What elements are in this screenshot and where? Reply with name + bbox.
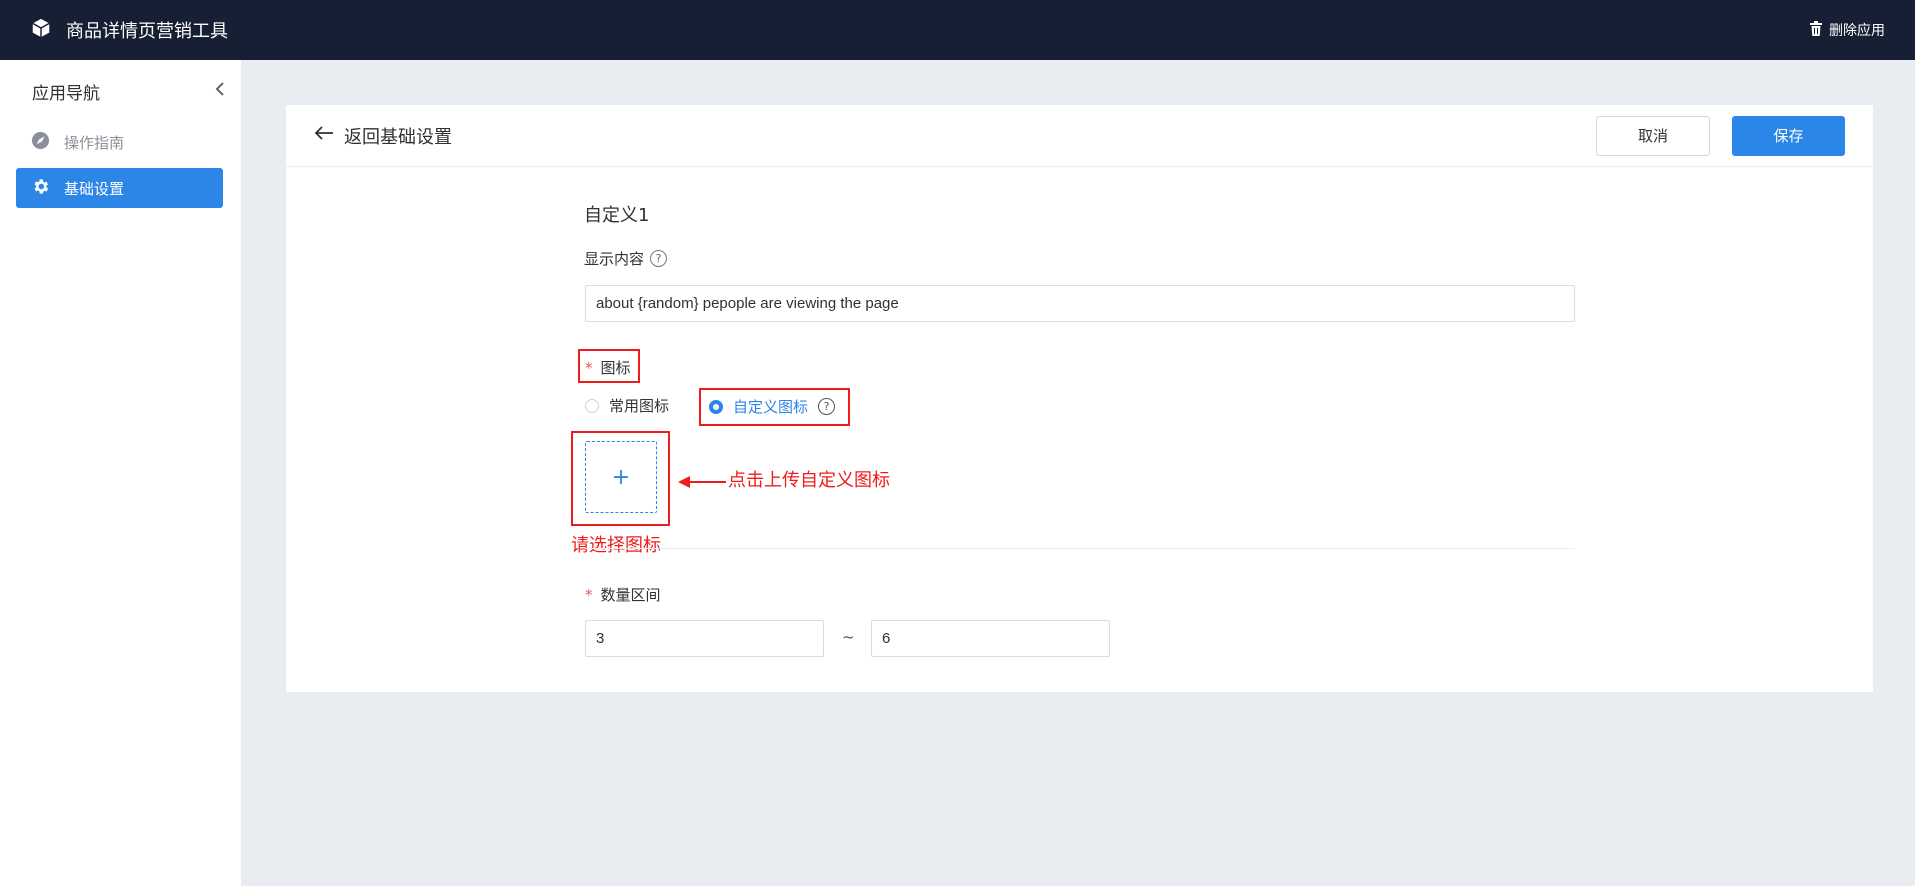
icon-label-text: 图标: [600, 359, 631, 377]
help-icon[interactable]: ?: [818, 398, 836, 415]
save-button[interactable]: 保存: [1732, 115, 1845, 156]
radio-button-selected: [709, 399, 723, 414]
brand: 商品详情页营销工具: [30, 17, 228, 43]
delete-app-label: 删除应用: [1829, 23, 1885, 39]
card-header: 返回基础设置 取消 保存: [286, 105, 1873, 167]
trash-icon: [1809, 20, 1823, 40]
settings-card: 返回基础设置 取消 保存: [286, 105, 1873, 692]
top-bar: 商品详情页营销工具 删除应用: [0, 0, 1915, 60]
required-mark: *: [585, 358, 593, 377]
plus-icon: +: [611, 464, 631, 490]
radio-button: [585, 398, 599, 413]
quantity-range-label: * 数量区间: [585, 584, 661, 605]
gear-icon: [31, 177, 50, 200]
radio-common-icon[interactable]: 常用图标: [585, 395, 669, 416]
cube-icon: [30, 17, 52, 43]
display-content-label: 显示内容 ?: [584, 248, 668, 269]
sidebar-title: 应用导航: [32, 83, 100, 104]
sidebar-header: 应用导航: [0, 60, 241, 122]
divider: [585, 548, 1575, 549]
upload-icon-button[interactable]: +: [585, 441, 657, 513]
back-label: 返回基础设置: [344, 126, 452, 148]
app-title: 商品详情页营销工具: [66, 21, 228, 42]
annotation-text: 点击上传自定义图标: [728, 470, 890, 491]
radio-label: 自定义图标: [733, 398, 809, 416]
delete-app-button[interactable]: 删除应用: [1809, 20, 1885, 40]
display-content-input[interactable]: about {random} pepople are viewing the p…: [585, 285, 1575, 322]
back-link[interactable]: 返回基础设置: [314, 123, 452, 149]
sidebar-item-label: 操作指南: [64, 133, 125, 152]
quantity-min-input[interactable]: 3: [585, 620, 824, 657]
sidebar-item-guide[interactable]: 操作指南: [16, 122, 223, 162]
quantity-range-label-text: 数量区间: [600, 586, 661, 604]
arrow-left-icon: [314, 125, 334, 146]
display-content-label-text: 显示内容: [584, 250, 645, 268]
compass-icon: [31, 131, 50, 154]
sidebar: 应用导航 操作指南 基础设置: [0, 60, 241, 886]
sidebar-item-label: 基础设置: [64, 179, 125, 198]
icon-error-text: 请选择图标: [571, 535, 661, 556]
required-mark: *: [585, 585, 593, 604]
help-icon[interactable]: ?: [650, 250, 668, 267]
radio-label: 常用图标: [609, 397, 670, 415]
radio-custom-icon[interactable]: 自定义图标 ?: [709, 396, 836, 417]
icon-label: * 图标: [585, 357, 631, 378]
chevron-left-icon[interactable]: [215, 81, 225, 101]
annotation-arrow: [678, 474, 728, 493]
sidebar-item-settings[interactable]: 基础设置: [16, 168, 223, 208]
section-title: 自定义1: [584, 205, 650, 226]
quantity-max-input[interactable]: 6: [871, 620, 1110, 657]
header-actions: 取消 保存: [1596, 115, 1845, 156]
cancel-button[interactable]: 取消: [1596, 115, 1710, 156]
range-separator: ~: [842, 628, 855, 646]
